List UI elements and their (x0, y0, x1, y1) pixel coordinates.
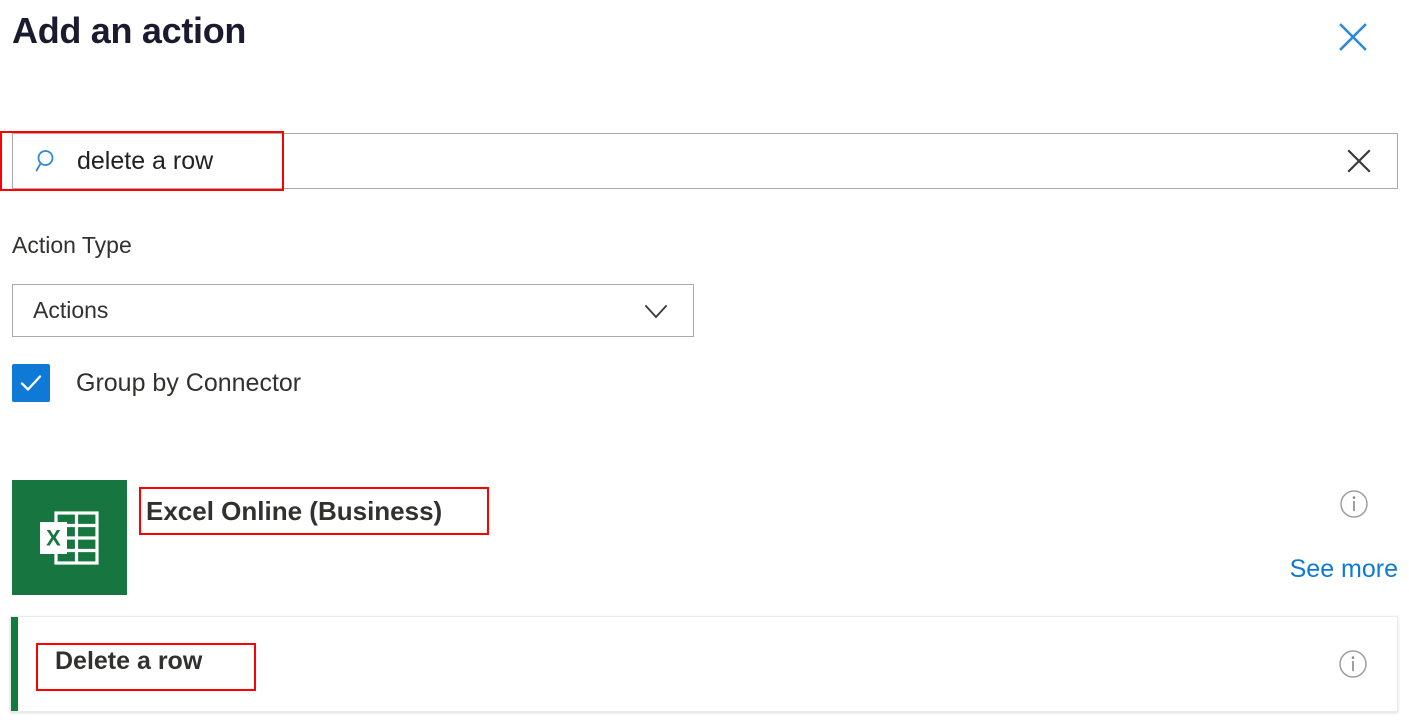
search-icon (35, 148, 61, 174)
connector-group-header: X Excel Online (Business) See more (12, 480, 1398, 596)
action-type-dropdown[interactable]: Actions (12, 284, 694, 337)
page-title: Add an action (12, 10, 247, 51)
group-by-connector-checkbox[interactable]: Group by Connector (12, 363, 301, 403)
clear-search-button[interactable] (1337, 139, 1381, 183)
action-type-label: Action Type (12, 232, 132, 258)
see-more-link[interactable]: See more (1290, 555, 1398, 584)
info-icon (1340, 490, 1368, 518)
checkmark-icon (20, 375, 42, 391)
svg-text:X: X (46, 525, 61, 550)
action-result-title: Delete a row (55, 647, 203, 675)
action-type-selected-value: Actions (33, 297, 109, 323)
close-panel-button[interactable] (1330, 14, 1376, 60)
excel-icon: X (12, 480, 127, 595)
group-by-connector-label: Group by Connector (76, 368, 302, 397)
checkbox-box (12, 364, 50, 402)
panel-header: Add an action (0, 0, 1409, 100)
connector-name: Excel Online (Business) (146, 496, 443, 526)
action-result-item[interactable]: Delete a row (10, 616, 1398, 712)
action-info-icon[interactable] (1338, 649, 1368, 679)
connector-info-icon[interactable] (1339, 489, 1369, 519)
search-input[interactable]: delete a row (12, 133, 1398, 189)
chevron-down-icon (641, 296, 671, 326)
search-input-value: delete a row (77, 146, 214, 175)
close-icon (1339, 23, 1367, 51)
action-accent-bar (11, 617, 18, 711)
info-icon (1339, 650, 1367, 678)
